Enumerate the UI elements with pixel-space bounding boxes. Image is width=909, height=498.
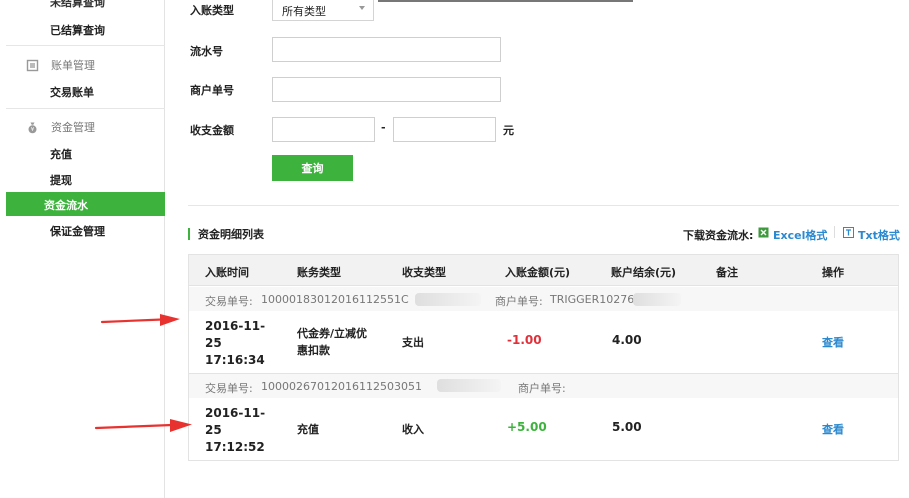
red-arrow-annotation xyxy=(94,419,192,432)
entry-amount: -1.00 xyxy=(507,333,542,347)
sidebar-item-label: 资金流水 xyxy=(44,199,88,212)
sidebar-item-recharge[interactable]: 充值 xyxy=(50,146,72,162)
column-header: 收支类型 xyxy=(402,266,446,279)
trade-no-label: 交易单号: xyxy=(205,295,253,308)
sidebar-item-withdraw[interactable]: 提现 xyxy=(50,172,72,188)
amount-label: 收支金额 xyxy=(190,124,234,137)
balance: 4.00 xyxy=(612,333,642,347)
serial-no-input[interactable] xyxy=(272,37,501,62)
section-accent-bar xyxy=(188,228,190,240)
account-type: 充值 xyxy=(297,423,319,436)
txt-icon xyxy=(843,227,854,238)
column-header: 备注 xyxy=(716,266,738,279)
download-separator xyxy=(834,226,835,238)
trade-no-value: 10000183012016112551C xyxy=(261,293,409,306)
bill-icon xyxy=(26,59,39,72)
query-button[interactable]: 查询 xyxy=(272,155,353,181)
merchant-no-value: TRIGGER10276 xyxy=(550,293,635,306)
row-group-header: 交易单号: 10000183012016112551C 商户单号: TRIGGE… xyxy=(189,287,898,311)
view-link[interactable]: 查看 xyxy=(822,421,844,437)
merchant-no-label: 商户单号 xyxy=(190,84,234,97)
table-header: 入账时间 账务类型 收支类型 入账金额(元) 账户结余(元) 备注 操作 xyxy=(189,255,898,286)
sidebar-divider xyxy=(6,108,165,109)
sidebar-group-fund: ¥ 资金管理 xyxy=(26,119,95,135)
download-excel-link[interactable]: Excel格式 xyxy=(773,227,827,243)
download-label: 下载资金流水: xyxy=(683,229,754,242)
sidebar-item-settled-query[interactable]: 已结算查询 xyxy=(50,22,105,38)
column-header: 账户结余(元) xyxy=(611,266,677,279)
red-arrow-annotation xyxy=(100,314,180,326)
account-type-line: 代金券/立减优 xyxy=(297,327,368,340)
amount-max-input[interactable] xyxy=(393,117,496,142)
entry-time: 2016-11-25 17:12:52 xyxy=(205,406,266,454)
merchant-no-input[interactable] xyxy=(272,77,501,102)
column-header: 账务类型 xyxy=(297,266,341,279)
section-divider xyxy=(188,205,899,206)
redaction-blur xyxy=(415,293,481,306)
row-group-header: 交易单号: 10000267012016112503051 商户单号: xyxy=(189,374,898,398)
column-header: 入账时间 xyxy=(205,266,249,279)
redaction-blur xyxy=(633,293,681,306)
section-title: 资金明细列表 xyxy=(198,228,264,241)
chevron-down-icon xyxy=(359,6,365,10)
sidebar-group-label: 资金管理 xyxy=(51,121,95,134)
amount-min-input[interactable] xyxy=(272,117,375,142)
io-type: 收入 xyxy=(402,423,424,436)
svg-text:¥: ¥ xyxy=(31,127,35,133)
sidebar-item-deposit[interactable]: 保证金管理 xyxy=(50,223,105,239)
account-type-line: 惠扣款 xyxy=(297,344,330,357)
range-dash: - xyxy=(381,121,386,134)
top-edge-line xyxy=(378,0,633,2)
serial-no-label: 流水号 xyxy=(190,45,223,58)
column-header: 操作 xyxy=(822,266,844,279)
entry-type-label: 入账类型 xyxy=(190,4,234,17)
balance: 5.00 xyxy=(612,420,642,434)
entry-time: 2016-11-25 17:16:34 xyxy=(205,319,266,367)
unit-label: 元 xyxy=(503,124,514,137)
merchant-no-label: 商户单号: xyxy=(518,382,566,395)
entry-type-select[interactable]: 所有类型 xyxy=(272,0,374,21)
sidebar-group-bill: 账单管理 xyxy=(26,57,95,73)
entry-amount: +5.00 xyxy=(507,420,547,434)
view-link[interactable]: 查看 xyxy=(822,334,844,350)
sidebar-item-unsettled-query[interactable]: 未结算查询 xyxy=(50,0,105,10)
io-type: 支出 xyxy=(402,336,424,349)
redaction-blur xyxy=(437,379,501,392)
entry-type-value: 所有类型 xyxy=(282,5,326,18)
trade-no-value: 10000267012016112503051 xyxy=(261,380,422,393)
download-txt-link[interactable]: Txt格式 xyxy=(858,227,900,243)
account-type: 代金券/立减优 惠扣款 xyxy=(297,325,367,359)
merchant-no-label: 商户单号: xyxy=(495,295,543,308)
money-bag-icon: ¥ xyxy=(26,121,39,134)
column-header: 入账金额(元) xyxy=(505,266,571,279)
sidebar-item-trade-bill[interactable]: 交易账单 xyxy=(50,84,94,100)
sidebar-item-fund-flow[interactable]: 资金流水 xyxy=(6,192,165,216)
sidebar-divider xyxy=(6,45,165,46)
excel-icon xyxy=(758,227,769,238)
fund-flow-table: 入账时间 账务类型 收支类型 入账金额(元) 账户结余(元) 备注 操作 交易单… xyxy=(188,254,899,461)
sidebar-group-label: 账单管理 xyxy=(51,59,95,72)
trade-no-label: 交易单号: xyxy=(205,382,253,395)
